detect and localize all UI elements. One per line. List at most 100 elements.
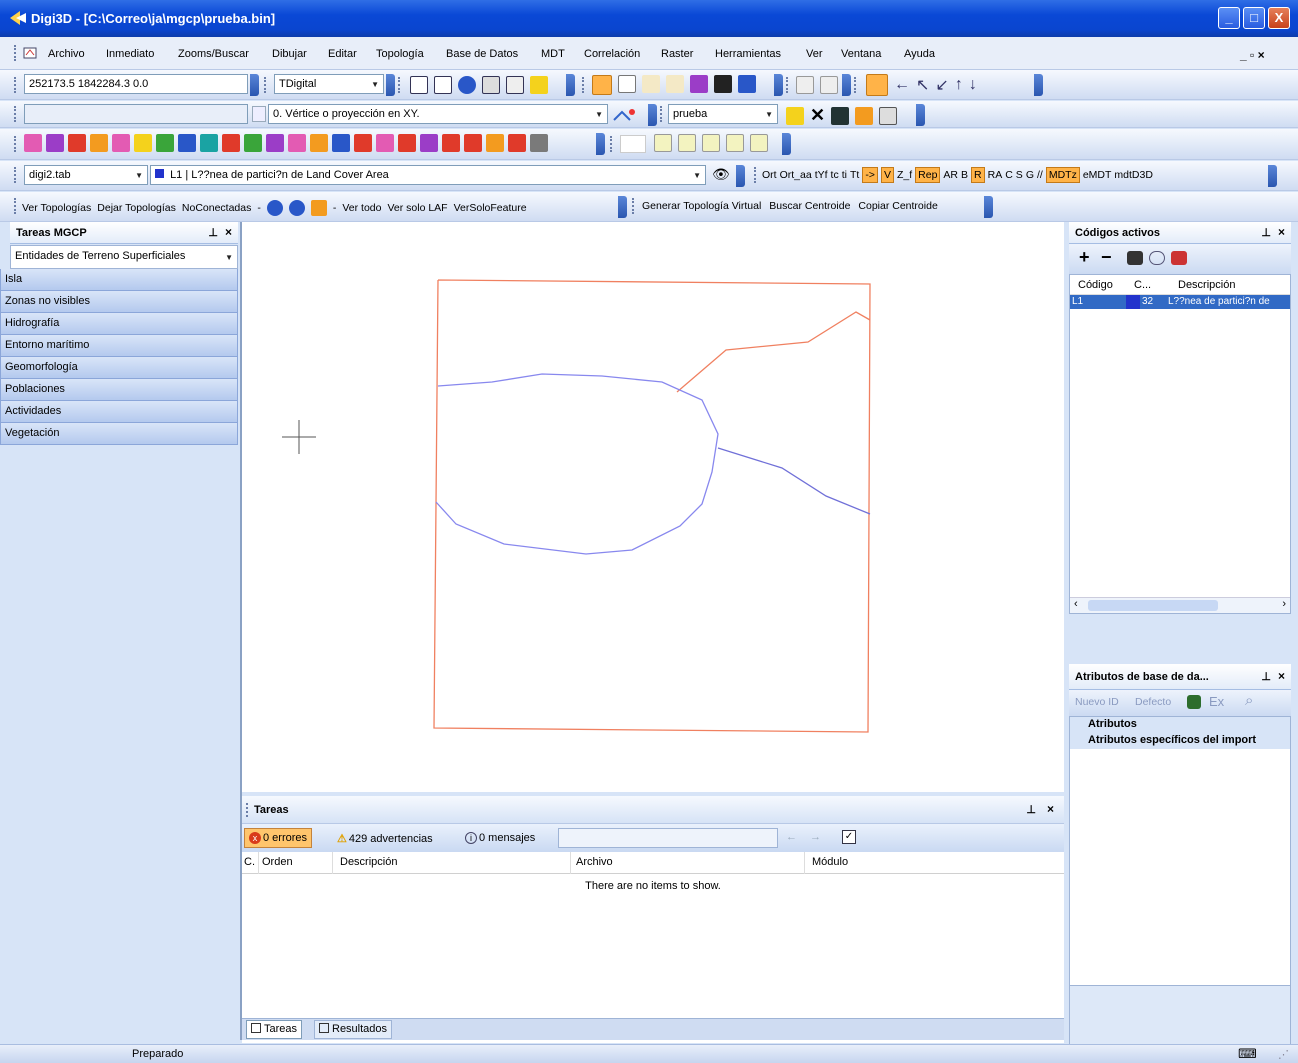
refresh-icon[interactable] — [1171, 251, 1187, 265]
toggle-button[interactable]: eMDT — [1083, 169, 1112, 181]
mode-select[interactable]: TDigital ▼ — [274, 74, 384, 94]
remove-icon[interactable]: − — [1101, 247, 1112, 268]
menu-item[interactable]: Correlación — [584, 48, 640, 60]
save-icon[interactable] — [831, 106, 850, 125]
entity-type-select[interactable]: Entidades de Terreno Superficiales ▼ — [10, 245, 238, 269]
toolbar-overflow[interactable] — [386, 74, 395, 96]
menu-item[interactable]: Topología — [376, 48, 424, 60]
errors-filter-button[interactable]: x0 errores — [244, 828, 313, 848]
layer-tool-icon[interactable] — [112, 134, 130, 152]
toolbar-overflow[interactable] — [774, 74, 783, 96]
tab-resultados[interactable]: Resultados — [314, 1020, 393, 1039]
category-item[interactable]: Entorno marítimo — [0, 335, 238, 357]
layer-tool-icon[interactable] — [134, 134, 152, 152]
square-icon[interactable] — [434, 76, 452, 94]
menu-item[interactable]: Raster — [661, 48, 693, 60]
layer-tool-icon[interactable] — [156, 134, 174, 152]
toggle-button[interactable]: R — [971, 167, 985, 183]
close-icon[interactable]: × — [225, 225, 232, 239]
ver-solo-feature-button[interactable]: VerSoloFeature — [454, 202, 527, 214]
layer-tool-icon[interactable] — [508, 134, 526, 152]
ver-solo-laf-button[interactable]: Ver solo LAF — [387, 202, 447, 214]
toggle-button[interactable]: -> — [862, 167, 878, 183]
pin-icon[interactable]: ⊥ — [208, 226, 218, 239]
snap-mode-select[interactable]: 0. Vértice o proyección en XY. ▼ — [268, 104, 608, 124]
layer-tool-icon[interactable] — [200, 134, 218, 152]
layer-tool-icon[interactable] — [530, 134, 548, 152]
cancel-circle-icon[interactable] — [866, 74, 888, 96]
horizontal-scrollbar[interactable]: ‹ › — [1070, 597, 1290, 613]
toolbar-overflow[interactable] — [842, 74, 851, 96]
codes-list-row[interactable]: L1 32 L??nea de partici?n de — [1070, 295, 1290, 309]
attr-group[interactable]: Atributos — [1070, 717, 1290, 733]
command-field[interactable] — [24, 104, 248, 124]
layer-tool-icon[interactable] — [464, 134, 482, 152]
category-item[interactable]: Zonas no visibles — [0, 291, 238, 313]
layer-tool-icon[interactable] — [332, 134, 350, 152]
file-select[interactable]: prueba ▼ — [668, 104, 778, 124]
toolbar-overflow[interactable] — [736, 165, 745, 187]
layer-tool-icon[interactable] — [288, 134, 306, 152]
lasso-add-icon[interactable] — [666, 75, 684, 93]
resize-grip-icon[interactable]: ⋰ — [1278, 1048, 1289, 1061]
toggle-button[interactable]: Ort — [762, 169, 777, 181]
layer-tool-icon[interactable] — [90, 134, 108, 152]
pin-icon[interactable]: ⊥ — [1261, 670, 1271, 683]
column-header[interactable]: Orden — [262, 856, 293, 868]
link-icon[interactable] — [702, 134, 720, 152]
toggle-button[interactable]: B — [961, 169, 968, 181]
link-icon[interactable] — [726, 134, 744, 152]
menu-item[interactable]: Archivo — [48, 48, 85, 60]
arrow-left-icon[interactable]: ← — [786, 831, 797, 843]
noconectadas-button[interactable]: NoConectadas — [182, 202, 251, 214]
arrow-left-icon[interactable]: ← — [894, 76, 910, 94]
pin-icon[interactable]: ⊥ — [1026, 803, 1036, 816]
column-header[interactable]: Módulo — [812, 856, 848, 868]
tab-file-select[interactable]: digi2.tab ▼ — [24, 165, 148, 185]
layer-tool-icon[interactable] — [310, 134, 328, 152]
default-button[interactable]: Defecto — [1135, 696, 1171, 708]
attr-group[interactable]: Atributos específicos del import — [1070, 733, 1290, 749]
column-header[interactable]: Descripción — [340, 856, 397, 868]
category-item[interactable]: Geomorfología — [0, 357, 238, 379]
search-icon[interactable]: ⌕ — [1245, 692, 1253, 709]
arrow-down-left-icon[interactable]: ↙ — [935, 75, 948, 95]
link-icon[interactable] — [654, 134, 672, 152]
toggle-button[interactable]: Ort_aa — [780, 169, 812, 181]
layer-tool-icon[interactable] — [376, 134, 394, 152]
toggle-button[interactable]: ti — [842, 169, 847, 181]
category-item[interactable]: Actividades — [0, 401, 238, 423]
snap-tool-icon[interactable] — [612, 106, 642, 124]
maximize-button[interactable]: □ — [1243, 7, 1265, 29]
menu-item[interactable]: Editar — [328, 48, 357, 60]
link-icon[interactable] — [750, 134, 768, 152]
category-item[interactable]: Isla — [0, 269, 238, 291]
arrow-up-icon[interactable]: ↑ — [955, 76, 963, 94]
layer-tool-icon[interactable] — [486, 134, 504, 152]
toolbar-overflow[interactable] — [618, 196, 627, 218]
checkbox-icon[interactable]: ✓ — [842, 830, 856, 844]
toggle-button[interactable]: G — [1026, 169, 1034, 181]
toggle-button[interactable]: mdtD3D — [1114, 169, 1153, 181]
layer-tool-icon[interactable] — [442, 134, 460, 152]
layer-tool-icon[interactable] — [266, 134, 284, 152]
info-icon[interactable] — [458, 76, 476, 94]
segment-icon[interactable] — [820, 76, 838, 94]
layer-tool-icon[interactable] — [398, 134, 416, 152]
new-id-button[interactable]: Nuevo ID — [1075, 696, 1119, 708]
close-icon[interactable]: × — [1047, 802, 1054, 816]
toggle-button[interactable]: MDTz — [1045, 167, 1080, 183]
toolbar-overflow[interactable] — [984, 196, 993, 218]
toggle-button[interactable]: // — [1037, 169, 1043, 181]
check-icon[interactable] — [410, 76, 428, 94]
menu-item[interactable]: Dibujar — [272, 48, 307, 60]
close-icon[interactable]: × — [1278, 669, 1285, 683]
menu-item[interactable]: MDT — [541, 48, 565, 60]
category-item[interactable]: Poblaciones — [0, 379, 238, 401]
scroll-thumb[interactable] — [1088, 600, 1218, 611]
scroll-left-icon[interactable]: ‹ — [1074, 598, 1078, 610]
toggle-button[interactable]: Rep — [915, 167, 941, 183]
code-select[interactable]: L1 | L??nea de partici?n de Land Cover A… — [150, 165, 706, 185]
toggle-button[interactable]: AR — [943, 169, 958, 181]
binoculars-icon[interactable] — [1127, 251, 1143, 265]
